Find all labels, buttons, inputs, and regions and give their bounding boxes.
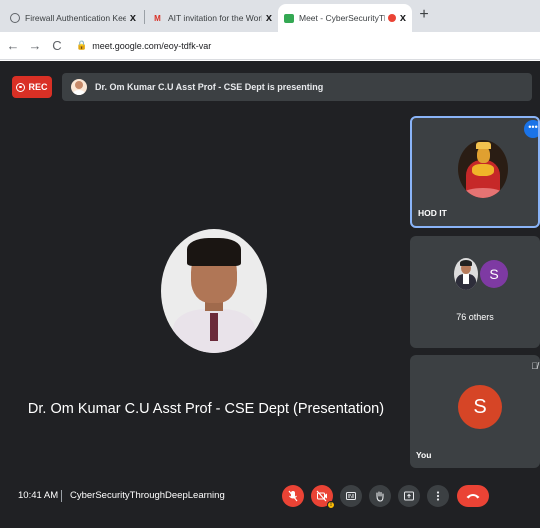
end-call-icon bbox=[466, 494, 480, 499]
camera-toggle-button[interactable]: ! bbox=[311, 485, 335, 509]
clock: 10:41 AM bbox=[18, 490, 59, 501]
goddess-avatar bbox=[458, 140, 508, 198]
back-arrow-icon[interactable]: ← bbox=[4, 38, 22, 53]
meet-icon bbox=[284, 13, 294, 23]
meeting-name: CyberSecurityThroughDeepLearning bbox=[70, 490, 225, 501]
avatar-hair bbox=[187, 238, 241, 266]
presenting-banner: Dr. Om Kumar C.U Asst Prof - CSE Dept is… bbox=[62, 73, 532, 101]
mic-toggle-button[interactable] bbox=[282, 485, 304, 507]
screen: Firewall Authentication Keepalive x M AI… bbox=[0, 0, 540, 528]
meet-top-bar: REC Dr. Om Kumar C.U Asst Prof - CSE Dep… bbox=[0, 71, 540, 103]
lock-icon[interactable]: 🔒 bbox=[76, 40, 87, 51]
captions-icon bbox=[346, 492, 356, 500]
avatar-crown bbox=[476, 142, 491, 149]
meet-control-bar: 10:41 AM CyberSecurityThroughDeepLearnin… bbox=[0, 481, 540, 511]
tab-title: Firewall Authentication Keepalive bbox=[25, 13, 126, 23]
forward-arrow-icon[interactable]: → bbox=[26, 38, 44, 53]
photo-collar bbox=[463, 274, 469, 284]
tab-meet[interactable]: Meet - CyberSecurityThroug x bbox=[278, 4, 412, 32]
tab-title: Meet - CyberSecurityThroug bbox=[299, 13, 385, 23]
meet-window: REC Dr. Om Kumar C.U Asst Prof - CSE Dep… bbox=[0, 61, 540, 528]
browser-tab-bar: Firewall Authentication Keepalive x M AI… bbox=[0, 0, 540, 32]
tab-gmail[interactable]: M AIT invitation for the Workshop x bbox=[146, 4, 278, 32]
raise-hand-button[interactable] bbox=[369, 485, 391, 507]
self-avatar: S bbox=[458, 385, 502, 429]
close-icon[interactable]: x bbox=[400, 12, 406, 24]
gmail-icon: M bbox=[154, 13, 161, 23]
participant-tile-hod[interactable]: ••• HOD IT bbox=[410, 116, 540, 228]
recording-badge[interactable]: REC bbox=[12, 76, 52, 98]
close-icon[interactable]: x bbox=[130, 12, 136, 24]
present-button[interactable] bbox=[398, 485, 420, 507]
address-bar: ← → C 🔒 meet.google.com/eoy-tdfk-var bbox=[0, 32, 540, 60]
url-field[interactable]: meet.google.com/eoy-tdfk-var bbox=[92, 41, 211, 51]
avatar-ornament bbox=[472, 164, 494, 176]
tab-separator bbox=[144, 10, 145, 24]
main-participant-avatar bbox=[161, 229, 267, 353]
main-participant-name: Dr. Om Kumar C.U Asst Prof - CSE Dept (P… bbox=[27, 401, 385, 417]
letter-avatar: S bbox=[480, 260, 508, 288]
photo-hair bbox=[460, 260, 472, 266]
rec-label: REC bbox=[28, 82, 48, 92]
recording-indicator-icon bbox=[387, 14, 396, 22]
avatar-tie bbox=[210, 313, 218, 341]
hand-raise-icon bbox=[376, 491, 384, 502]
others-count: 76 others bbox=[456, 312, 494, 322]
warning-icon: ! bbox=[327, 501, 335, 509]
present-icon bbox=[404, 491, 414, 501]
presenter-avatar bbox=[71, 79, 87, 95]
tab-title: AIT invitation for the Workshop bbox=[168, 13, 262, 23]
tab-firewall[interactable]: Firewall Authentication Keepalive x bbox=[4, 4, 142, 32]
camera-off-icon bbox=[316, 490, 327, 502]
participant-name: HOD IT bbox=[418, 208, 447, 218]
participant-tile-others[interactable]: S 76 others bbox=[410, 236, 540, 348]
captions-button[interactable] bbox=[340, 485, 362, 507]
globe-icon bbox=[10, 13, 20, 23]
participant-photo bbox=[454, 258, 478, 290]
tab-strip-empty bbox=[440, 4, 540, 28]
more-options-icon[interactable]: ••• bbox=[524, 120, 538, 138]
separator bbox=[61, 490, 62, 502]
mic-off-icon: 🎙̸ bbox=[531, 361, 538, 371]
record-icon bbox=[16, 82, 26, 92]
more-options-icon bbox=[436, 491, 440, 501]
new-tab-button[interactable]: + bbox=[415, 6, 433, 24]
participant-tile-you[interactable]: 🎙̸ S You bbox=[410, 355, 540, 468]
reload-icon[interactable]: C bbox=[48, 38, 66, 53]
close-icon[interactable]: x bbox=[266, 12, 272, 24]
more-options-button[interactable] bbox=[427, 485, 449, 507]
participant-name: You bbox=[416, 450, 432, 460]
end-call-button[interactable] bbox=[457, 485, 489, 507]
avatar-lotus bbox=[464, 188, 502, 198]
presenting-text: Dr. Om Kumar C.U Asst Prof - CSE Dept is… bbox=[95, 82, 324, 92]
mic-off-icon bbox=[288, 490, 298, 502]
